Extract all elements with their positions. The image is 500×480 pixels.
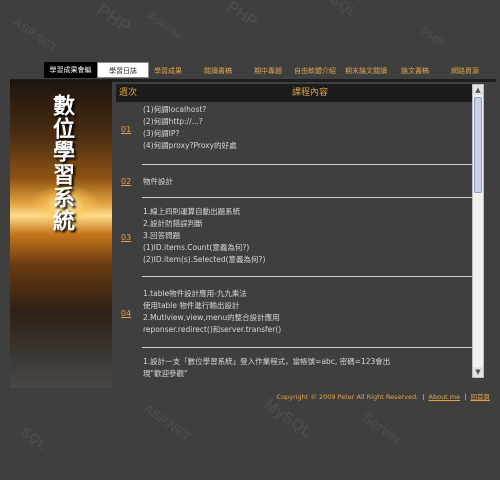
scroll-thumb[interactable]	[474, 97, 482, 193]
course-content-panel: 週次 課程內容 01 (1)何謂localhost? (2)何謂http://.…	[112, 82, 486, 378]
content-line: 現"歡迎參觀"	[143, 369, 188, 378]
nav-item-free-software[interactable]: 自由軟體介紹	[294, 66, 336, 76]
watermark: SQL	[18, 423, 51, 453]
watermark: Server	[359, 408, 405, 448]
home-link[interactable]: 回首頁	[471, 393, 491, 401]
content-line: (2)ID.item(s).Selected(意義為何?)	[143, 255, 266, 264]
table-row: 02 物件設計	[116, 172, 474, 192]
tab-learning-portfolio[interactable]: 學習成果會編	[44, 62, 97, 78]
table-row: 04 1.table物件設計應用-九九乘法 使用table 物件進行輸出設計 2…	[116, 286, 474, 342]
watermark: PHP	[418, 24, 447, 50]
watermark: Apache	[145, 9, 185, 43]
watermark: PHP	[223, 0, 261, 31]
table-row: 03 1.線上四則運算自動出題系統 2.設計防錯誤判斷 3.回答問題 (1)ID…	[116, 204, 474, 270]
row-divider	[142, 276, 474, 277]
footer-separator: |	[464, 393, 467, 401]
row-content: 物件設計	[143, 176, 173, 188]
copyright-text: Copyright © 2009 Peter All Right Reserve…	[276, 393, 419, 401]
row-divider	[142, 164, 474, 165]
nav-item-web-resources[interactable]: 網路資源	[451, 66, 479, 76]
content-line: 使用table 物件進行輸出設計	[143, 301, 240, 310]
watermark: ASP.NET	[140, 400, 195, 445]
table-header: 週次 課程內容	[116, 84, 474, 102]
week-link[interactable]: 03	[121, 233, 131, 242]
content-line: (1)ID.items.Count(意義為何?)	[143, 243, 250, 252]
banner-image: 數位學習系統	[10, 80, 112, 388]
content-line: (3)何謂IP?	[143, 129, 180, 138]
watermark: PHP	[92, 0, 135, 37]
scroll-down-icon[interactable]: ▼	[473, 367, 483, 377]
nav-item-final-paper[interactable]: 期末論文閱讀	[345, 66, 387, 76]
row-content: (1)何謂localhost? (2)何謂http://...? (3)何謂IP…	[143, 104, 237, 152]
content-line: 2.設計防錯誤判斷	[143, 219, 203, 228]
watermark: MySQL	[260, 395, 316, 442]
about-me-link[interactable]: About me	[429, 393, 461, 401]
column-header-content: 課程內容	[291, 88, 328, 98]
row-divider	[142, 197, 474, 198]
vertical-scrollbar[interactable]: ▲ ▼	[472, 84, 484, 378]
tab-learning-journal[interactable]: 學習日誌	[97, 62, 149, 78]
content-line: 1.table物件設計應用-九九乘法	[143, 289, 247, 298]
column-header-week: 週次	[118, 88, 137, 98]
nav-item-midterm[interactable]: 期中專題	[254, 66, 282, 76]
content-line: 1.線上四則運算自動出題系統	[143, 207, 241, 216]
content-line: reponser.redirect()和server.transfer()	[143, 325, 282, 334]
nav-item-reading[interactable]: 閱讀書稿	[204, 66, 232, 76]
content-line: 3.回答問題	[143, 231, 181, 240]
watermark: SQL	[328, 0, 361, 21]
nav-item-paper-drafts[interactable]: 論文書稿	[401, 66, 429, 76]
content-line: (4)何謂proxy?Proxy的好處	[143, 141, 237, 150]
row-divider	[142, 347, 474, 348]
scroll-up-icon[interactable]: ▲	[473, 85, 483, 95]
row-content: 1.設計一支「數位學習系統」登入作業程式，當帳號=abc, 密碼=123會出 現…	[143, 356, 390, 378]
row-content: 1.table物件設計應用-九九乘法 使用table 物件進行輸出設計 2.Mu…	[143, 288, 281, 336]
content-line: 物件設計	[143, 177, 173, 186]
week-link[interactable]: 02	[121, 177, 131, 186]
table-row: 1.設計一支「數位學習系統」登入作業程式，當帳號=abc, 密碼=123會出 現…	[116, 354, 474, 378]
banner-title: 數位學習系統	[49, 94, 75, 232]
content-line: (2)何謂http://...?	[143, 117, 203, 126]
week-link[interactable]: 01	[121, 125, 131, 134]
table-row: 01 (1)何謂localhost? (2)何謂http://...? (3)何…	[116, 104, 474, 160]
nav-item-results[interactable]: 學習成果	[154, 66, 182, 76]
watermark: ASP.NET	[10, 14, 60, 56]
content-line: 1.設計一支「數位學習系統」登入作業程式，當帳號=abc, 密碼=123會出	[143, 357, 391, 366]
content-line: (1)何謂localhost?	[143, 105, 207, 114]
row-content: 1.線上四則運算自動出題系統 2.設計防錯誤判斷 3.回答問題 (1)ID.it…	[143, 206, 265, 266]
top-navigation: 學習成果會編 學習日誌 學習成果 閱讀書稿 期中專題 自由軟體介紹 期末論文閱讀…	[44, 62, 496, 78]
footer: Copyright © 2009 Peter All Right Reserve…	[277, 391, 490, 401]
content-line: 2.Mutiview,view,menu的整合設計應用	[143, 313, 280, 322]
week-link[interactable]: 04	[121, 309, 131, 318]
footer-separator: |	[422, 393, 425, 401]
